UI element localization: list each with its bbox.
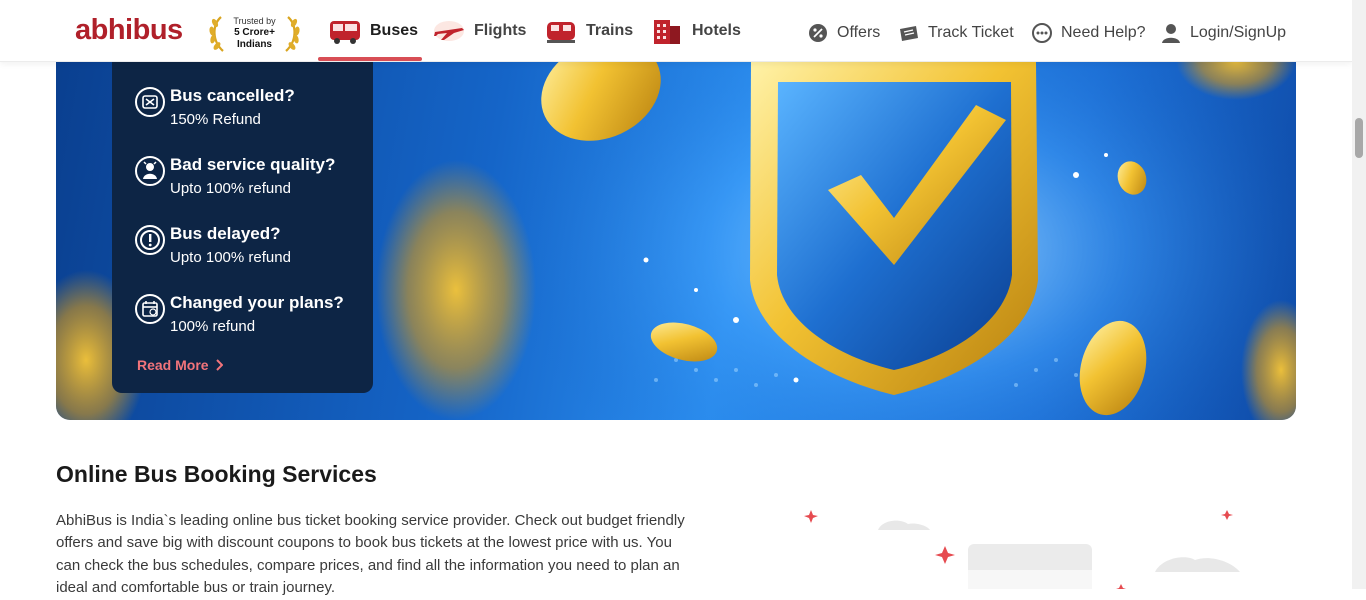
nav-item-buses[interactable]: Buses [328, 13, 418, 49]
read-more-label: Read More [137, 357, 209, 373]
plane-icon [434, 21, 464, 41]
section-title: Online Bus Booking Services [56, 461, 377, 487]
refund-item-bus-delayed: Bus delayed? Upto 100% refund [134, 220, 369, 274]
read-more-link[interactable]: Read More [137, 357, 223, 373]
refund-item-bad-service: Bad service quality? Upto 100% refund [134, 151, 369, 205]
refund-item-subtitle: Upto 100% refund [170, 180, 291, 197]
nav-label-buses: Buses [370, 22, 419, 39]
headset-icon [1032, 23, 1052, 43]
scrollbar-thumb[interactable] [1355, 118, 1363, 158]
nav-item-flights[interactable]: Flights [432, 13, 526, 49]
hotel-icon [654, 20, 680, 44]
nav-item-hotels[interactable]: Hotels [650, 13, 741, 49]
calendar-icon [135, 294, 165, 324]
trust-line-2: 5 Crore+ [234, 27, 275, 38]
top-header: abhibus Trusted by 5 Crore+ Indians Buse… [0, 0, 1352, 62]
bus-cancel-icon [135, 87, 165, 117]
trust-line-1: Trusted by [233, 16, 276, 26]
active-tab-indicator [318, 57, 422, 61]
alert-icon [135, 225, 165, 255]
thumbs-down-icon [135, 156, 165, 186]
refund-item-title: Bus delayed? [170, 224, 281, 243]
nav-label-hotels: Hotels [692, 22, 741, 39]
need-help-label: Need Help? [1061, 24, 1146, 41]
refund-item-title: Bus cancelled? [170, 86, 295, 105]
need-help-link[interactable]: Need Help? [1031, 20, 1146, 46]
page-scrollbar[interactable] [1352, 0, 1366, 589]
track-ticket-link[interactable]: Track Ticket [898, 20, 1014, 46]
trust-line-3: Indians [236, 39, 272, 50]
login-signup-label: Login/SignUp [1190, 24, 1287, 41]
chevron-right-icon [215, 359, 223, 371]
bus-icon [330, 21, 360, 44]
booking-illustration [804, 510, 1240, 589]
refund-item-subtitle: 150% Refund [170, 111, 261, 128]
refund-info-card: Bus cancelled? 150% Refund Bad service q… [112, 40, 373, 393]
section-body-text: AbhiBus is India`s leading online bus ti… [56, 512, 685, 597]
offers-label: Offers [837, 24, 881, 41]
offer-tag-icon [809, 24, 827, 42]
refund-item-title: Bad service quality? [170, 155, 336, 174]
nav-label-trains: Trains [586, 22, 634, 39]
nav-label-flights: Flights [474, 22, 527, 39]
refund-item-subtitle: Upto 100% refund [170, 249, 291, 266]
trust-badge: Trusted by 5 Crore+ Indians [207, 11, 302, 55]
abhibus-logo[interactable]: abhibus [75, 16, 183, 45]
refund-item-bus-cancelled: Bus cancelled? 150% Refund [134, 82, 369, 136]
refund-item-title: Changed your plans? [170, 293, 344, 312]
login-signup-link[interactable]: Login/SignUp [1160, 20, 1286, 46]
refund-item-subtitle: 100% refund [170, 318, 256, 335]
refund-item-changed-plans: Changed your plans? 100% refund [134, 289, 369, 343]
nav-item-trains[interactable]: Trains [544, 13, 633, 49]
offers-link[interactable]: Offers [807, 20, 880, 46]
track-ticket-label: Track Ticket [928, 24, 1014, 41]
ticket-icon [900, 26, 918, 41]
train-icon [547, 22, 575, 43]
user-icon [1162, 24, 1180, 43]
